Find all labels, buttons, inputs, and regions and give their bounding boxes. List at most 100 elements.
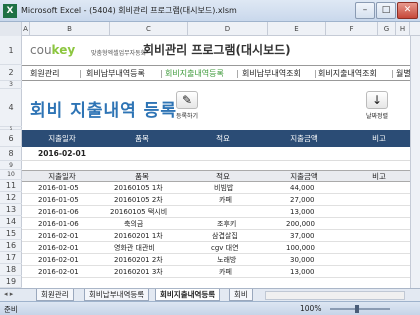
nav-bar: 회원관리 회비납부내역등록 회비지출내역등록 회비납부내역조회 회비지출내역조회… <box>22 65 420 81</box>
row-date: 2016-02-01 <box>38 268 79 276</box>
sheet-tab-fee[interactable]: 회비 <box>229 289 253 301</box>
column-header-e[interactable]: E <box>268 22 326 36</box>
table-row[interactable]: 2016-02-01 20160201 3차 카페 13,000 <box>22 266 420 278</box>
input-col-date: 지출일자 <box>48 134 76 143</box>
select-all-corner[interactable] <box>0 22 22 36</box>
row-date: 2016-02-01 <box>38 232 79 240</box>
row-header[interactable]: 6 <box>0 130 22 147</box>
row-header[interactable]: 16 <box>0 240 22 252</box>
row-item: 20160105 2차 <box>114 196 163 204</box>
row-header[interactable]: 9 <box>0 161 22 170</box>
sort-descending-icon: ↓ <box>366 91 388 109</box>
close-button[interactable]: ✕ <box>397 2 418 19</box>
list-table-header: 지출일자 품목 적요 지출금액 비고 <box>22 170 420 182</box>
nav-monthly[interactable]: 월별 <box>396 66 411 82</box>
row-date: 2016-01-05 <box>38 184 79 192</box>
row-desc: 조후키 <box>217 220 237 228</box>
nav-member-management[interactable]: 회원관리 <box>30 66 59 82</box>
table-row[interactable]: 2016-01-05 20160105 1차 비빔밥 44,000 <box>22 182 420 194</box>
row-header[interactable]: 14 <box>0 216 22 228</box>
row-header[interactable]: 3 <box>0 81 22 89</box>
row-desc: cgv 대연 <box>211 244 239 252</box>
column-header-d[interactable]: D <box>188 22 268 36</box>
title-bar: X Microsoft Excel - (5404) 회비관리 프로그램(대시보… <box>0 0 420 22</box>
sheet-tab-fee-payment[interactable]: 회비납부내역등록 <box>84 289 150 301</box>
row-header[interactable]: 19 <box>0 276 22 288</box>
row-date: 2016-02-01 <box>38 256 79 264</box>
row-item: 20160105 택시비 <box>110 208 168 216</box>
table-row[interactable]: 2016-02-01 20160201 2차 노래방 30,000 <box>22 254 420 266</box>
row-desc: 삼겹살집 <box>212 232 238 240</box>
row-header[interactable]: 10 <box>0 170 22 180</box>
column-header-a[interactable]: A <box>22 22 30 36</box>
row-desc: 노래방 <box>217 256 237 264</box>
register-button[interactable]: ✎ 등록하기 <box>172 91 202 123</box>
row-header[interactable]: 11 <box>0 180 22 192</box>
row-header[interactable]: 12 <box>0 192 22 204</box>
sheet-tab-expense-register[interactable]: 회비지출내역등록 <box>155 289 221 301</box>
row-header[interactable]: 2 <box>0 65 22 81</box>
table-row[interactable]: 2016-01-05 20160105 2차 카페 27,000 <box>22 194 420 206</box>
nav-separator <box>161 70 162 78</box>
window-title: Microsoft Excel - (5404) 회비관리 프로그램(대시보드)… <box>21 6 237 15</box>
brand-tagline: 맞춤형엑셀업무자동화 <box>91 50 147 57</box>
input-row: 2016-02-01 <box>22 147 420 161</box>
row-item: 20160201 3차 <box>114 268 163 276</box>
row-item: 영화관 대관비 <box>114 244 155 252</box>
row-header[interactable]: 1 <box>0 36 22 65</box>
row-header[interactable]: 4 <box>0 89 22 127</box>
column-header-g[interactable]: G <box>378 22 396 36</box>
column-header-b[interactable]: B <box>30 22 110 36</box>
sheet-nav-arrows[interactable]: ◂ ▸ <box>4 290 13 298</box>
nav-fee-payment-search[interactable]: 회비납부내역조회 <box>242 66 301 82</box>
input-date-cell[interactable]: 2016-02-01 <box>38 147 86 161</box>
zoom-level: 100% <box>300 304 322 313</box>
column-header-h[interactable]: H <box>396 22 410 36</box>
nav-separator <box>392 70 393 78</box>
horizontal-scrollbar[interactable] <box>265 291 405 300</box>
table-row[interactable]: 2016-02-01 영화관 대관비 cgv 대연 100,000 <box>22 242 420 254</box>
nav-expense-search[interactable]: 회비지출내역조회 <box>318 66 377 82</box>
row-header[interactable]: 8 <box>0 147 22 161</box>
app-title: 회비관리 프로그램(대시보드) <box>143 43 291 57</box>
input-col-amount: 지출금액 <box>290 134 318 143</box>
worksheet-grid: coukey 맞춤형엑셀업무자동화 회비관리 프로그램(대시보드) 회원관리 회… <box>22 36 420 295</box>
column-header-f[interactable]: F <box>326 22 378 36</box>
row-amount: 13,000 <box>290 208 315 216</box>
row-amount: 37,000 <box>290 232 315 240</box>
sheet-tab-members[interactable]: 회원관리 <box>36 289 74 301</box>
nav-expense-register[interactable]: 회비지출내역등록 <box>165 66 224 82</box>
row-desc: 카페 <box>219 268 232 276</box>
column-header-bar: A B C D E F G H <box>0 22 420 36</box>
vertical-scrollbar[interactable] <box>410 36 420 288</box>
row-header[interactable]: 18 <box>0 264 22 276</box>
row-header[interactable]: 17 <box>0 252 22 264</box>
table-row[interactable]: 2016-02-01 20160201 1차 삼겹살집 37,000 <box>22 230 420 242</box>
zoom-slider-track[interactable] <box>330 308 390 310</box>
minimize-button[interactable]: – <box>355 2 375 19</box>
row-header-bar: 1 2 3 4 5 6 7 8 9 10 11 12 13 14 15 16 1… <box>0 36 22 295</box>
nav-separator <box>315 70 316 78</box>
row-date: 2016-01-06 <box>38 208 79 216</box>
row-date: 2016-01-06 <box>38 220 79 228</box>
zoom-slider-knob[interactable] <box>355 305 359 313</box>
row-amount: 44,000 <box>290 184 315 192</box>
date-sort-button[interactable]: ↓ 날짜정렬 <box>362 91 392 123</box>
sheet-tab-bar: ◂ ▸ 회원관리 회비납부내역등록 회비지출내역등록 회비 <box>0 288 420 301</box>
excel-app-icon: X <box>3 4 17 18</box>
row-header[interactable]: 15 <box>0 228 22 240</box>
nav-separator <box>237 70 238 78</box>
brand-logo: coukey <box>30 43 76 57</box>
status-ready: 준비 <box>4 305 18 314</box>
row-item: 20160105 1차 <box>114 184 163 192</box>
row-amount: 30,000 <box>290 256 315 264</box>
table-row[interactable]: 2016-01-06 20160105 택시비 13,000 <box>22 206 420 218</box>
column-header-c[interactable]: C <box>110 22 188 36</box>
nav-separator <box>80 70 81 78</box>
row-date: 2016-01-05 <box>38 196 79 204</box>
pencil-icon: ✎ <box>176 91 198 109</box>
maximize-button[interactable]: □ <box>376 2 396 19</box>
nav-fee-payment-register[interactable]: 회비납부내역등록 <box>86 66 145 82</box>
table-row[interactable]: 2016-01-06 축의금 조후키 200,000 <box>22 218 420 230</box>
row-header[interactable]: 13 <box>0 204 22 216</box>
